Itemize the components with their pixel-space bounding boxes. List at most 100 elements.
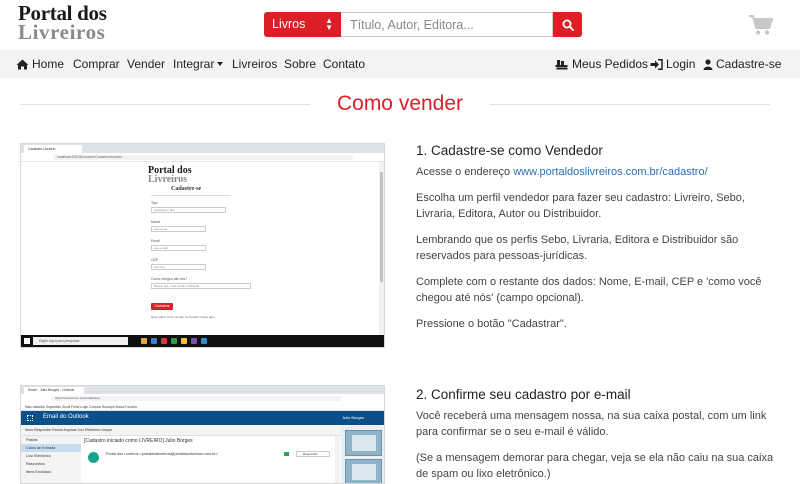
user-icon [703, 58, 713, 70]
mini-field-label: Nome [151, 220, 161, 224]
browser-scrollbar [379, 162, 384, 336]
select-arrows-icon: ▲ ▼ [325, 16, 333, 32]
logo-line2: Livreiros [18, 20, 106, 44]
nav-home-label: Home [32, 57, 65, 71]
step-2: 2. Confirme seu cadastro por e-mail Você… [416, 387, 776, 484]
cadastro-link[interactable]: www.portaldoslivreiros.com.br/cadastro/ [513, 166, 707, 178]
folder-item: Rascunhos [26, 462, 45, 466]
nav-integrar[interactable]: Integrar [173, 57, 224, 71]
nav-vender-label: Vender [127, 57, 166, 71]
folder-item: Pastas [26, 438, 38, 442]
windows-taskbar: Digite aqui para pesquisar [21, 335, 384, 347]
step-2-paragraph-1: Você receberá uma mensagem nossa, na sua… [416, 410, 767, 438]
search-category-select[interactable]: Livros ▲ ▼ [264, 12, 341, 37]
step-1-paragraph-1: Acesse o endereço www.portaldoslivreiros… [416, 164, 776, 180]
nav-comprar-label: Comprar [73, 57, 120, 71]
browser-tab: Cadastro-Usuario [24, 145, 82, 153]
nav-meus-pedidos[interactable]: Meus Pedidos [555, 57, 648, 71]
step-1-prefix: Acesse o endereço [416, 166, 514, 178]
search-input[interactable] [341, 12, 553, 37]
mini-field-input: selecione o tipo [151, 207, 226, 213]
nav-livreiros[interactable]: Livreiros [232, 57, 277, 71]
step-2-paragraph-2: (Se a mensagem demorar para chegar, veja… [416, 452, 774, 480]
outlook-title: Email do Outlook [43, 414, 89, 420]
email-message: [Cadastro iniciado como LIVREIRO] Julio … [84, 438, 334, 463]
browser-address-bar: https://outlook.live.com/mail/inbox [21, 394, 384, 403]
mini-field-label: CEP [151, 258, 159, 262]
screenshot-cadastro: Cadastro-Usuario localhost:53104/Usuario… [20, 143, 385, 348]
app-launcher-icon [27, 415, 33, 421]
step-1-paragraph-4: Complete com o restante dos dados: Nome,… [416, 276, 762, 304]
mini-field-label: Tipo [151, 201, 158, 205]
app-icon [161, 338, 167, 344]
screenshot-outlook: Email - Julio Borges - Outlook https://o… [20, 385, 385, 484]
outlook-ad-panel [341, 426, 384, 483]
outlook-user: Julio Borges [341, 415, 364, 420]
home-icon [16, 59, 29, 69]
status-icon [284, 452, 289, 456]
app-icon [191, 338, 197, 344]
taskbar-search: Digite aqui para pesquisar [33, 337, 128, 345]
page-title-row: Como vender [0, 92, 800, 122]
nav-home[interactable]: Home [16, 57, 64, 71]
app-icon [201, 338, 207, 344]
search-category-value: Livros [272, 17, 306, 31]
bookmarks-bar: Mais visitados Sugestões Gmail Portal Lo… [21, 403, 384, 411]
mini-help-text: Quer saber como vender no Portal? Clique… [151, 315, 215, 319]
folder-item: Lixo Eletrônico [26, 454, 51, 458]
email-sender: Portal dos Livreiros <portaldoslivreiros… [106, 452, 218, 456]
chrome-icon [181, 338, 187, 344]
nav-cadastre-se-label: Cadastre-se [716, 57, 782, 71]
mini-field-input: seu e-mail [151, 245, 206, 251]
main-navbar: Home Comprar Vender Integrar Livreiros S… [0, 50, 800, 78]
mini-field-label: Email [151, 239, 160, 243]
nav-comprar[interactable]: Comprar [73, 57, 120, 71]
nav-login[interactable]: Login [650, 57, 695, 71]
nav-contato-label: Contato [323, 57, 366, 71]
nav-vender[interactable]: Vender [127, 57, 165, 71]
title-divider-right [490, 104, 770, 105]
mini-form-title: Cadastre-se [171, 186, 202, 192]
nav-sobre-label: Sobre [284, 57, 317, 71]
chevron-down-icon [217, 62, 224, 66]
outlook-header: Email do Outlook Julio Borges [21, 411, 384, 425]
sign-in-icon [650, 58, 663, 70]
nav-sobre[interactable]: Sobre [284, 57, 316, 71]
nav-contato[interactable]: Contato [323, 57, 365, 71]
browser-url: localhost:53104/Usuario/CadastroUsuario [53, 155, 353, 160]
folder-item: Itens Enviados [26, 470, 51, 474]
nav-integrar-label: Integrar [173, 57, 215, 71]
site-logo[interactable]: Portal dos Livreiros [18, 3, 107, 44]
step-2-title: 2. Confirme seu cadastro por e-mail [416, 387, 631, 402]
books-icon [555, 59, 568, 69]
search-button[interactable] [553, 12, 582, 37]
nav-livreiros-label: Livreiros [232, 57, 278, 71]
search-icon [562, 19, 574, 31]
nav-meus-pedidos-label: Meus Pedidos [572, 57, 649, 71]
step-1-paragraph-2: Escolha um perfil vendedor para fazer se… [416, 192, 745, 220]
cart-icon [749, 15, 773, 35]
cart-button[interactable] [748, 14, 774, 41]
mini-divider [151, 195, 231, 196]
browser-tab: Email - Julio Borges - Outlook [24, 387, 84, 394]
nav-cadastre-se[interactable]: Cadastre-se [703, 57, 781, 71]
folder-icon [141, 338, 147, 344]
mini-logo-line2: Livreiros [148, 174, 188, 185]
browser-tabstrip: Email - Julio Borges - Outlook [21, 386, 384, 394]
ad-image [345, 430, 382, 456]
step-1-title: 1. Cadastre-se como Vendedor [416, 143, 603, 158]
mini-field-input: Busca, site, rede social, indicação [151, 283, 251, 289]
step-1-paragraph-3: Lembrando que os perfis Sebo, Livraria, … [416, 234, 739, 262]
app-icon [171, 338, 177, 344]
browser-url: https://outlook.live.com/mail/inbox [51, 396, 341, 401]
mini-field-input: seu nome [151, 226, 206, 232]
mini-cadastrar-button: Cadastrar [151, 303, 173, 310]
email-subject: [Cadastro iniciado como LIVREIRO] Julio … [84, 438, 193, 444]
step-1-paragraph-5: Pressione o botão "Cadastrar". [416, 318, 567, 330]
outlook-scrollbar [335, 436, 340, 483]
step-1: 1. Cadastre-se como Vendedor Acesse o en… [416, 143, 776, 342]
windows-icon [24, 338, 30, 344]
nav-login-label: Login [666, 57, 696, 71]
outlook-folder-list: Pastas Caixa de Entrada Lixo Eletrônico … [21, 436, 81, 483]
app-icon [151, 338, 157, 344]
